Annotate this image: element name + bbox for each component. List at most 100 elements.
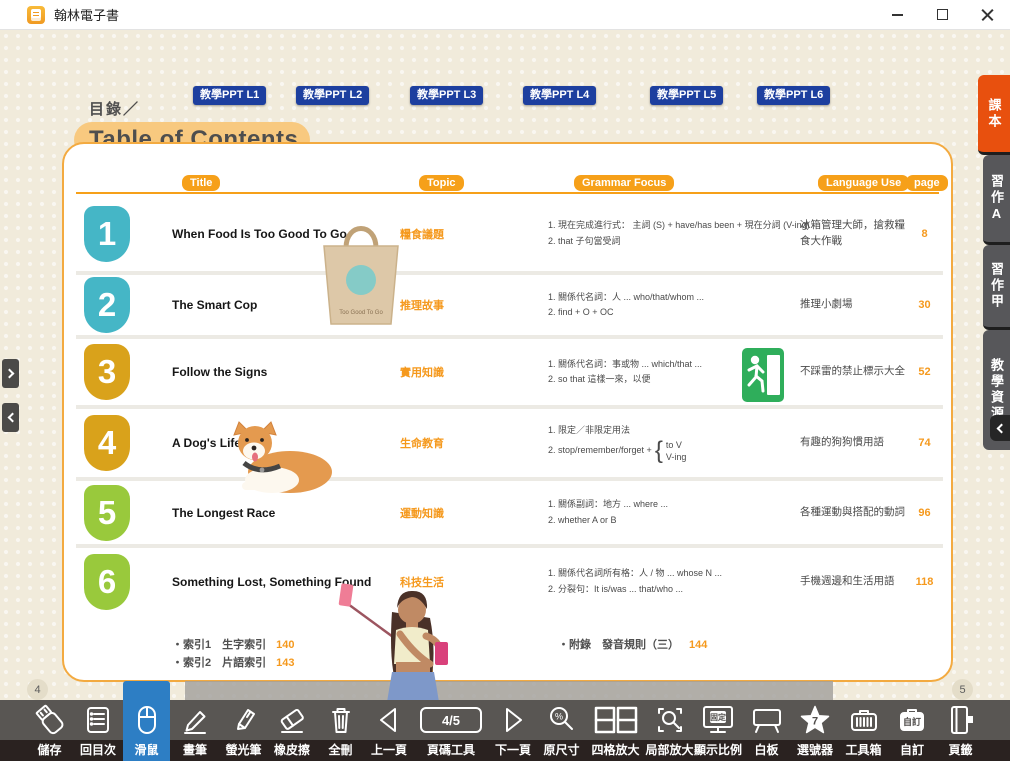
lesson-grammar: 1. 關係代名詞：人 ... who/that/whom ...2. find … <box>548 290 800 321</box>
svg-text:7: 7 <box>812 716 818 728</box>
tab-workbook-a[interactable]: 習作A <box>983 155 1010 245</box>
student-selfie-photo <box>330 578 470 702</box>
lesson-language-use: 手機週邊和生活用語 <box>800 574 906 589</box>
number-picker-tool[interactable]: 7 選號器 <box>792 700 839 761</box>
close-button[interactable] <box>965 0 1010 29</box>
original-size-tool[interactable]: % 原尺寸 <box>538 700 585 761</box>
toolbox-tool[interactable]: 工具箱 <box>840 700 887 761</box>
lesson-page-number: 52 <box>906 366 943 378</box>
lesson-language-use: 推理小劇場 <box>800 297 906 312</box>
svg-text:固定: 固定 <box>710 712 726 722</box>
lesson-grammar: 1. 限定／非限定用法 2. stop/remember/forget + { … <box>548 423 800 463</box>
panel-expand-button[interactable] <box>2 359 19 388</box>
page-canvas: 教學PPT L1 教學PPT L2 教學PPT L3 教學PPT L4 教學PP… <box>0 30 1010 701</box>
lesson-page-number: 30 <box>906 299 943 311</box>
lesson-language-use: 有趣的狗狗慣用語 <box>800 435 906 450</box>
column-header-grammar: Grammar Focus <box>574 175 674 191</box>
page-indicator[interactable]: 4/5 <box>420 707 482 733</box>
toc-table-card: Title Topic Grammar Focus Language Use p… <box>62 142 953 682</box>
index1-page: 140 <box>276 639 294 651</box>
lesson-topic: 推理故事 <box>400 297 548 313</box>
highlighter-tool[interactable]: 螢光筆 <box>220 700 267 761</box>
ppt-link-l3[interactable]: 教學PPT L3 <box>410 86 483 105</box>
sidebar-collapse-button[interactable] <box>990 415 1010 441</box>
mouse-tool[interactable]: 滑鼠 <box>123 700 170 761</box>
lesson-number-badge: 4 <box>84 415 130 471</box>
chevron-left-icon <box>7 413 17 423</box>
back-to-toc-tool[interactable]: 回目次 <box>75 700 122 761</box>
four-pane-zoom-tool[interactable]: 四格放大 <box>587 700 645 761</box>
lesson-page-number: 8 <box>906 228 943 240</box>
region-zoom-tool[interactable]: 局部放大 <box>646 700 693 761</box>
page-corner-left[interactable]: 4 <box>27 679 48 700</box>
lesson-title: Follow the Signs <box>172 365 400 379</box>
page-tabs-tool[interactable]: 頁籤 <box>937 700 984 761</box>
table-row-lesson2: 2 The Smart Cop 推理故事 1. 關係代名詞：人 ... who/… <box>76 275 943 339</box>
column-header-page: page <box>906 175 948 191</box>
delete-all-tool[interactable]: 全刪 <box>317 700 364 761</box>
highlighter-icon <box>227 703 261 737</box>
appendix-page: 144 <box>689 639 707 651</box>
page-corner-right[interactable]: 5 <box>952 679 973 700</box>
appendix-note: ・附錄 發音規則（三）144 <box>558 636 707 654</box>
maximize-button[interactable] <box>920 0 965 29</box>
ppt-link-l5[interactable]: 教學PPT L5 <box>650 86 723 105</box>
whiteboard-tool[interactable]: 白板 <box>743 700 790 761</box>
maximize-icon <box>937 9 948 20</box>
table-row-lesson3: 3 Follow the Signs 實用知識 1. 關係代名詞：事或物 ...… <box>76 339 943 409</box>
list-icon <box>81 703 115 737</box>
panel-collapse-button[interactable] <box>2 403 19 432</box>
table-row-lesson5: 5 The Longest Race 運動知識 1. 關係副詞：地方 ... w… <box>76 481 943 548</box>
custom-tool[interactable]: 自訂 自訂 <box>889 700 936 761</box>
star-number-icon: 7 <box>798 703 832 737</box>
lesson-language-use: 各種運動與搭配的動詞 <box>800 505 906 520</box>
svg-text:%: % <box>554 712 562 722</box>
save-tool[interactable]: 儲存 <box>26 700 73 761</box>
column-header-title: Title <box>182 175 220 191</box>
ppt-link-l1[interactable]: 教學PPT L1 <box>193 86 266 105</box>
lesson-number-badge: 6 <box>84 554 130 610</box>
table-row-lesson6: 6 Something Lost, Something Found 科技生活 1… <box>76 548 943 615</box>
book-tab-icon <box>944 703 978 737</box>
custom-box-icon: 自訂 <box>895 703 929 737</box>
lesson-topic: 實用知識 <box>400 364 548 380</box>
column-header-language-use: Language Use <box>818 175 909 191</box>
page-number-tool[interactable]: 4/5 頁碼工具 <box>414 700 488 761</box>
ppt-link-l4[interactable]: 教學PPT L4 <box>523 86 596 105</box>
window-title: 翰林電子書 <box>54 5 119 24</box>
eraser-tool[interactable]: 橡皮擦 <box>269 700 316 761</box>
window-titlebar: 翰林電子書 <box>0 0 1010 30</box>
bottom-toolbar: 儲存 回目次 滑鼠 畫筆 螢光筆 <box>0 700 1010 761</box>
lesson-grammar: 1. 關係代名詞：事或物 ... which/that ...2. so tha… <box>548 357 800 388</box>
next-page-tool[interactable]: 下一頁 <box>490 700 537 761</box>
close-icon <box>981 8 994 21</box>
region-magnifier-icon <box>653 703 687 737</box>
tab-textbook[interactable]: 課本 <box>978 75 1010 155</box>
lesson-title: The Longest Race <box>172 506 400 520</box>
previous-page-tool[interactable]: 上一頁 <box>366 700 413 761</box>
lesson-topic: 運動知識 <box>400 505 548 521</box>
left-triangle-icon <box>372 703 406 737</box>
lesson-title: A Dog's Life! <box>172 436 400 450</box>
tab-workbook-jia[interactable]: 習作甲 <box>983 245 1010 330</box>
index2-page: 143 <box>276 657 294 669</box>
mouse-icon <box>130 703 164 737</box>
lesson-page-number: 96 <box>906 507 943 519</box>
lesson-number-badge: 5 <box>84 485 130 541</box>
lesson-title: When Food Is Too Good To Go <box>172 227 400 241</box>
pen-tool[interactable]: 畫筆 <box>172 700 219 761</box>
display-ratio-tool[interactable]: 固定 顯示比例 <box>695 700 742 761</box>
column-header-topic: Topic <box>419 175 464 191</box>
lesson-grammar: 1. 現在完成進行式： 主詞 (S) + have/has been + 現在分… <box>548 218 800 249</box>
book-tabs-sidebar: 課本 習作A 習作甲 教學資源 <box>978 75 1010 450</box>
ppt-link-l2[interactable]: 教學PPT L2 <box>296 86 369 105</box>
ebook-app-window: 翰林電子書 教學PPT L1 教學PPT L2 教學PPT L3 教學PPT L… <box>0 0 1010 761</box>
svg-text:自訂: 自訂 <box>903 716 921 727</box>
minimize-button[interactable] <box>875 0 920 29</box>
lesson-grammar: 1. 關係代名詞所有格：人 / 物 ... whose N ...2. 分裂句：… <box>548 566 800 597</box>
chevron-left-icon <box>997 423 1007 433</box>
minimize-icon <box>892 14 903 16</box>
ppt-link-l6[interactable]: 教學PPT L6 <box>757 86 830 105</box>
table-row-lesson1: 1 When Food Is Too Good To Go 糧食議題 1. 現在… <box>76 196 943 275</box>
chevron-right-icon <box>4 369 14 379</box>
